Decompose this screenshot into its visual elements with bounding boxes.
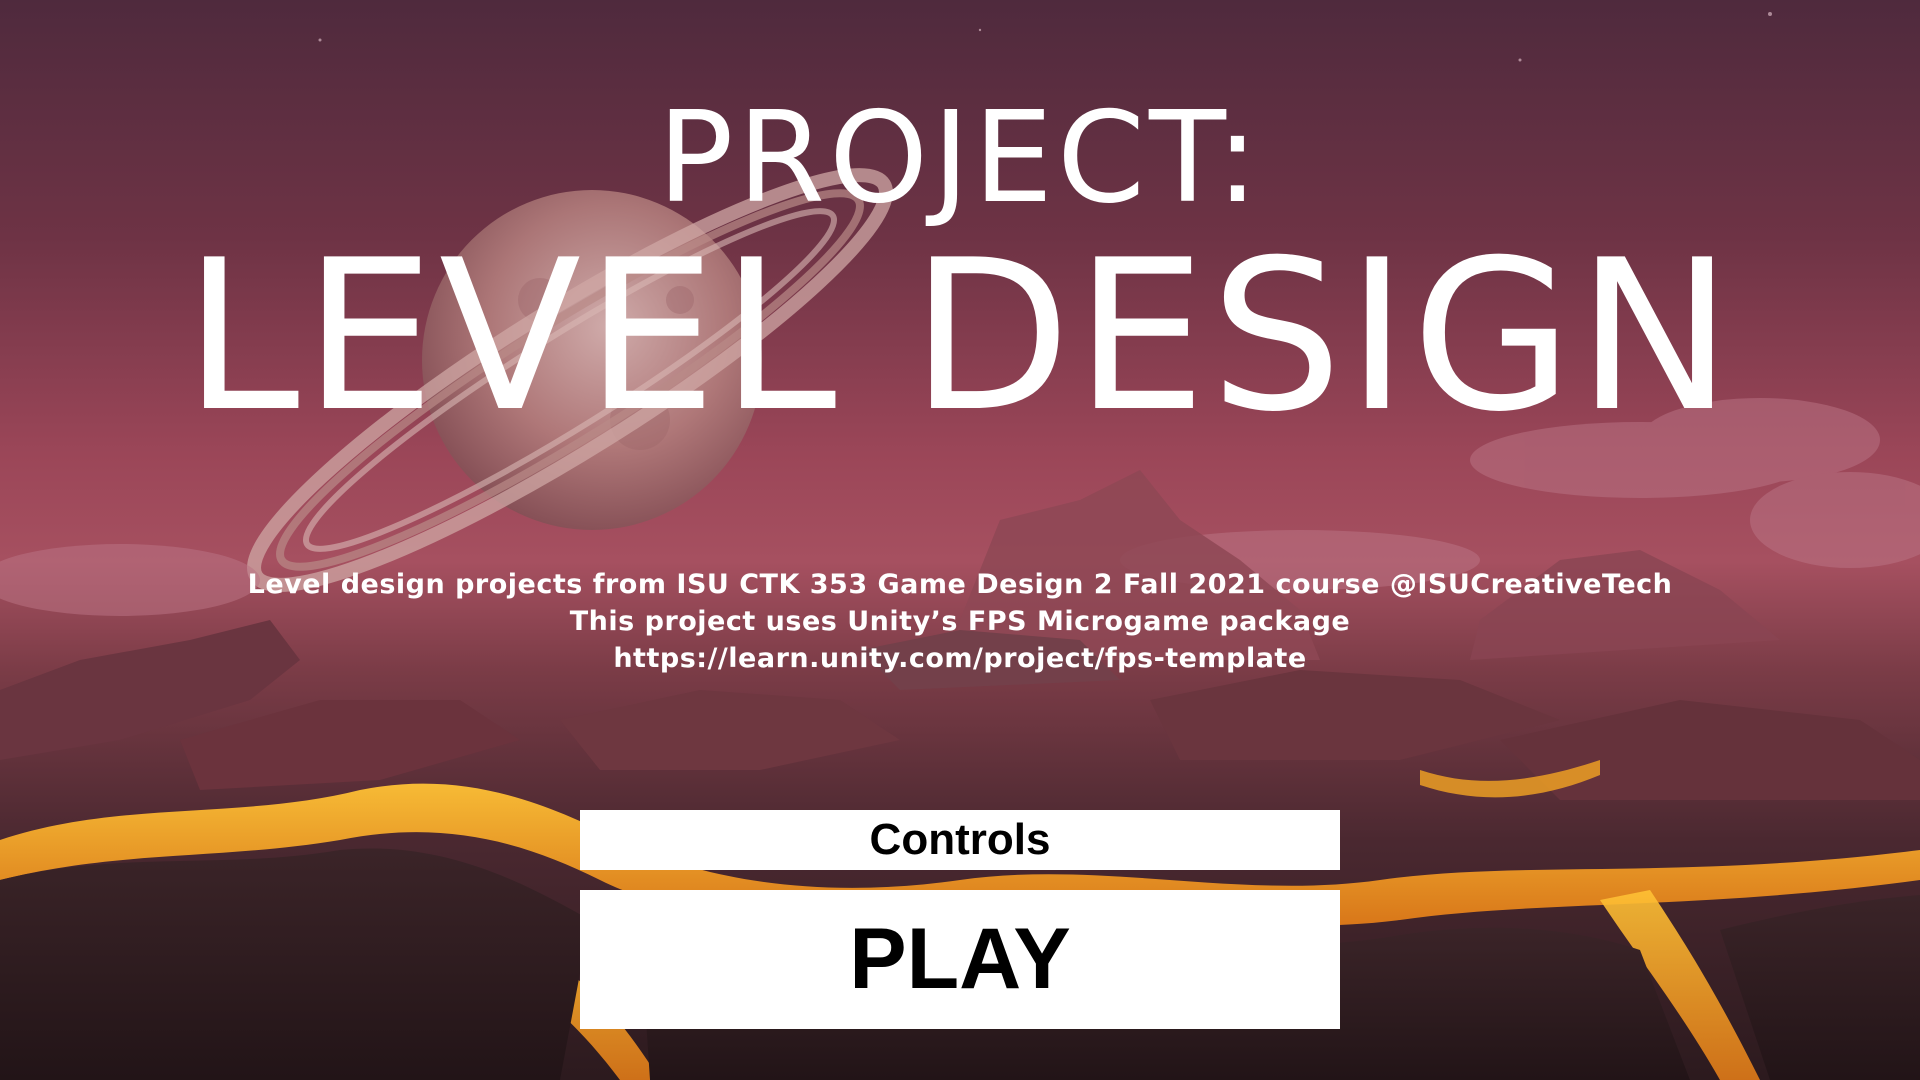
credits-url-line: https://learn.unity.com/project/fps-temp… bbox=[613, 643, 1307, 674]
play-button[interactable]: PLAY bbox=[580, 890, 1340, 1029]
credits-course-line: Level design projects from ISU CTK 353 G… bbox=[247, 569, 1673, 600]
credits-block: Level design projects from ISU CTK 353 G… bbox=[0, 566, 1920, 677]
main-menu-screen: PROJECT: LEVEL DESIGN Level design proje… bbox=[0, 0, 1920, 1080]
stars bbox=[318, 12, 1772, 62]
controls-button[interactable]: Controls bbox=[580, 810, 1340, 870]
credits-package-line: This project uses Unity’s FPS Microgame … bbox=[569, 606, 1351, 637]
title-project-label: PROJECT: bbox=[657, 84, 1263, 231]
title-level-design: LEVEL DESIGN bbox=[183, 216, 1737, 458]
